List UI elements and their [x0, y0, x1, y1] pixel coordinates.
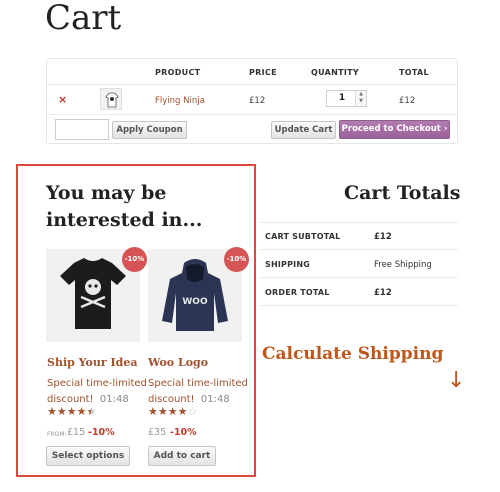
coupon-input[interactable] [55, 119, 109, 140]
header-product: PRODUCT [155, 68, 201, 77]
promo-line: discount! [47, 394, 94, 405]
price-from-label: FROM: [47, 431, 67, 438]
totals-label: ORDER TOTAL [265, 288, 330, 297]
select-options-button[interactable]: Select options [46, 446, 130, 466]
cart-item-total: £12 [399, 96, 416, 106]
cart-item-price: £12 [249, 96, 266, 106]
product-price: £35 [148, 427, 167, 438]
divider [47, 84, 457, 85]
update-cart-button[interactable]: Update Cart [271, 121, 336, 139]
totals-value: £12 [374, 288, 392, 298]
quantity-spinner[interactable]: ▲ ▼ [355, 91, 366, 106]
quantity-stepper[interactable]: 1 ▲ ▼ [326, 90, 367, 107]
promo-line: Special time-limited [148, 378, 248, 389]
totals-label: SHIPPING [265, 260, 310, 269]
upsell-title: You may be interested in... [46, 182, 203, 231]
quantity-value[interactable]: 1 [327, 93, 357, 103]
totals-value: Free Shipping [374, 260, 432, 270]
product-title[interactable]: Woo Logo [148, 356, 208, 369]
promo-text: Special time-limited discount! 01:48 [47, 376, 147, 408]
countdown-timer: 01:48 [99, 394, 129, 405]
ninja-tshirt-icon [105, 92, 119, 108]
add-to-cart-button[interactable]: Add to cart [148, 446, 216, 466]
apply-coupon-button[interactable]: Apply Coupon [112, 121, 187, 139]
countdown-timer: 01:48 [200, 394, 230, 405]
product-thumbnail[interactable] [100, 88, 122, 110]
proceed-to-checkout-button[interactable]: Proceed to Checkout › [339, 120, 450, 139]
svg-text:WOO: WOO [182, 297, 208, 307]
down-arrow-icon: ↓ [447, 368, 466, 393]
promo-text: Special time-limited discount! 01:48 [148, 376, 248, 408]
product-title[interactable]: Ship Your Idea [47, 356, 137, 369]
header-price: PRICE [249, 68, 277, 77]
promo-line: discount! [148, 394, 195, 405]
header-quantity: QUANTITY [311, 68, 360, 77]
header-total: TOTAL [399, 68, 429, 77]
divider [259, 222, 458, 223]
sale-badge: -10% [224, 247, 249, 272]
star-rating: ★★★★★★ [47, 405, 97, 418]
product-price: £15 [67, 427, 86, 438]
divider [259, 249, 458, 250]
totals-value: £12 [374, 232, 392, 242]
totals-label: CART SUBTOTAL [265, 232, 341, 241]
star-rating: ★★★★☆ [148, 405, 198, 418]
remove-item-button[interactable]: × [58, 93, 67, 106]
divider [259, 277, 458, 278]
divider [47, 114, 457, 115]
discount-label: -10% [170, 427, 197, 438]
page-title: Cart [45, 0, 122, 38]
divider [259, 305, 458, 306]
promo-line: Special time-limited [47, 378, 147, 389]
sale-badge: -10% [122, 247, 147, 272]
cart-totals-title: Cart Totals [344, 182, 461, 204]
discount-label: -10% [88, 427, 115, 438]
calculate-shipping-callout: Calculate Shipping [262, 344, 444, 364]
cart-item-name[interactable]: Flying Ninja [155, 96, 205, 106]
